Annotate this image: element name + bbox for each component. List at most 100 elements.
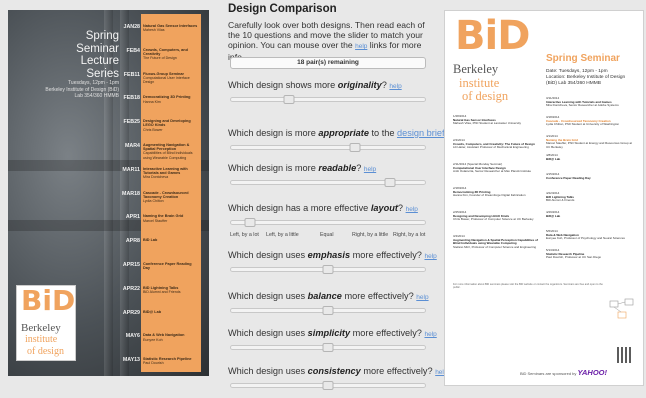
event-entry: 4/22/2014 BiD Lightning Talks BiD Alumni &…: [546, 192, 634, 203]
question-text: Which design shows more: [228, 80, 338, 90]
event-detail: Eunyee Koh, Professor of Psychology and …: [546, 236, 625, 241]
question-text: more effectively?: [350, 250, 422, 260]
event-entry: 3/18/2014 Cascade - Crowdsourced Taxonomy…: [546, 116, 634, 127]
event-date: APR22: [122, 285, 140, 292]
bid-logo-mark: BiD: [21, 284, 76, 317]
help-link[interactable]: help: [406, 206, 418, 213]
event-detail: Mira Dontcheva, Senior Researcher at Ado…: [546, 103, 619, 108]
question-emphasis: Which design uses emphasis more effectiv…: [228, 250, 437, 260]
event-entry: 4/29/2014 BiD@ Lab: [546, 211, 634, 218]
event-detail: Marcel Stauffer, PhD Student at Energy a…: [546, 141, 632, 150]
slider-scale-labels: Left, by a lot Left, by a little Equal Righ…: [230, 232, 444, 240]
slider-simplicity[interactable]: [230, 343, 426, 352]
event-date: JAN28: [123, 24, 141, 30]
question-text: ?: [356, 163, 362, 173]
event-entry: 2/18/2014 Democratizing 3D Printing Hanna …: [453, 187, 541, 198]
question-keyword: simplicity: [307, 328, 351, 338]
slider-thumb[interactable]: [322, 343, 334, 352]
event-date: FEB4: [126, 47, 140, 54]
slider-appropriate[interactable]: [230, 143, 426, 152]
slider-thumb[interactable]: [384, 178, 396, 187]
event-entry: Fluxus-Group Seminar Computational User I…: [143, 72, 199, 85]
question-consistency: Which design uses consistency more effec…: [228, 366, 447, 376]
event-detail: Mahesh Vilas, PhD Student at Lancaster U…: [453, 121, 521, 126]
slider-thumb[interactable]: [322, 265, 334, 274]
scale-label: Equal: [320, 232, 334, 238]
slider-thumb[interactable]: [283, 95, 295, 104]
slider-layout[interactable]: [230, 218, 426, 227]
slider-thumb[interactable]: [322, 306, 334, 315]
slider-thumb[interactable]: [349, 143, 361, 152]
event-date: APR29: [122, 309, 140, 316]
remaining-counter: 18 pair(s) remaining: [230, 57, 426, 69]
event-date: MAR4: [124, 143, 140, 149]
event-entry: BiD Lab: [143, 238, 199, 242]
design-brief-link[interactable]: design brief: [397, 128, 445, 138]
event-date: MAY6: [125, 333, 140, 340]
question-text: Which design is more: [228, 163, 319, 173]
event-detail: Mahesh Vilas: [143, 28, 165, 33]
event-entry: Cascade - Crowdsourced Taxonomy Creation…: [143, 191, 199, 204]
event-detail: Computational User Interface Design: [143, 75, 190, 84]
event-detail: Chris Bower: [143, 127, 163, 132]
question-simplicity: Which design uses simplicity more effect…: [228, 328, 437, 338]
event-entry: Interactive Learning with Tutorials and …: [143, 167, 199, 180]
event-date: MAY13: [122, 357, 140, 364]
event-title: BiD@ Lab: [546, 213, 561, 218]
help-link[interactable]: help: [424, 253, 436, 260]
event-detail: Lydia Chilton, PhD Student at University…: [546, 122, 620, 127]
event-detail: Lili Haiter, Assistant Professor of Mech…: [453, 145, 529, 150]
question-text: Which design has a more effective: [228, 203, 371, 213]
help-link[interactable]: help: [355, 43, 367, 50]
event-entry: 5/13/2014 Statistic Research Pipeline Paul…: [546, 249, 634, 260]
series-title-line: Seminar: [76, 42, 119, 55]
question-text: Which design uses: [228, 328, 308, 338]
question-text: ?: [397, 203, 404, 213]
help-link[interactable]: help: [424, 331, 436, 338]
event-detail: Marcel Stauffer: [143, 218, 168, 223]
event-detail: Eunyee Koh: [143, 337, 163, 342]
question-text: more effectively?: [341, 291, 414, 301]
event-detail: Antti Oulasvirta, Senior Researcher at M…: [453, 169, 532, 174]
event-detail: Hanna Kim: [143, 99, 161, 104]
event-entry: Conference Paper Reading Day: [143, 262, 199, 270]
slider-readable[interactable]: [230, 178, 426, 187]
page-title: Design Comparison: [228, 3, 337, 15]
event-date: APR1: [125, 214, 140, 221]
slider-thumb[interactable]: [244, 218, 256, 227]
slider-originality[interactable]: [230, 95, 426, 104]
event-detail: Chris Bower, Professor of Computer Scien…: [453, 217, 534, 222]
slider-balance[interactable]: [230, 306, 426, 315]
event-detail: Mira Dontcheva: [143, 175, 169, 180]
slider-thumb[interactable]: [322, 381, 334, 390]
question-text: Which design uses: [228, 366, 308, 376]
event-detail: Paul Dourish: [143, 361, 164, 366]
diagram-icon: [609, 298, 634, 319]
scale-label: Left, by a little: [266, 232, 299, 238]
event-title: BiD Lab: [143, 238, 158, 243]
slider-emphasis[interactable]: [230, 265, 426, 274]
event-detail: BiD Alumni and Friends: [143, 290, 181, 294]
help-link[interactable]: help: [416, 294, 428, 301]
poster-design-left: Spring Seminar Lecture Series Tuesdays, …: [8, 10, 209, 376]
event-title: Conference Paper Reading Day: [546, 175, 591, 180]
event-title: Crowds, Computers, and Creativity: [143, 47, 188, 56]
series-info: Tuesdays, 12pm - 1pm Berkeley Institute …: [9, 80, 119, 100]
question-readable: Which design is more readable? help: [228, 163, 376, 173]
bid-logo: BiD Berkeley institute of design: [16, 284, 76, 361]
help-link[interactable]: help: [389, 83, 401, 90]
question-keyword: balance: [307, 291, 342, 301]
event-title: Conference Paper Reading Day: [143, 262, 192, 271]
help-link[interactable]: help: [364, 166, 376, 173]
scale-label: Left, by a lot: [230, 232, 259, 238]
slider-consistency[interactable]: [230, 381, 426, 390]
event-entry: 3/11/2014 Interactive Learning with Tutor…: [546, 97, 634, 108]
question-text: more effectively?: [350, 328, 422, 338]
event-entry: 4/8/2014 BiD@ Lab: [546, 154, 634, 161]
scale-label: Right, by a lot: [393, 232, 426, 238]
event-entry: Statistic Research Pipeline Paul Dourish: [143, 357, 199, 365]
event-detail: Lydia Chilton: [143, 199, 164, 203]
question-keyword: originality: [337, 80, 382, 90]
event-date: FEB11: [123, 71, 140, 78]
event-title: Cascade - Crowdsourced Taxonomy Creation: [143, 190, 189, 199]
